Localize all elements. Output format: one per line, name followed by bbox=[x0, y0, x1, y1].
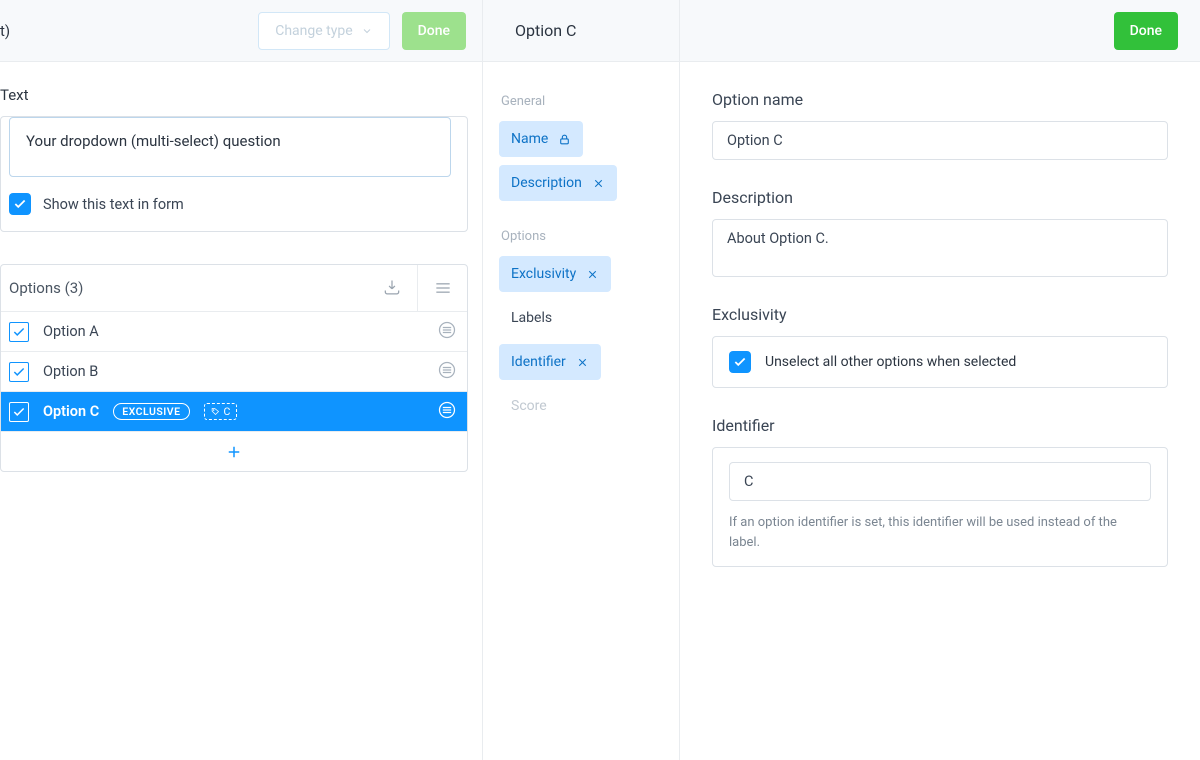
field-exclusivity: Exclusivity Unselect all other options w… bbox=[712, 305, 1168, 388]
show-text-label: Show this text in form bbox=[43, 196, 184, 213]
middle-title: Option C bbox=[515, 21, 576, 40]
right-header: Done bbox=[680, 0, 1200, 62]
exclusivity-label: Exclusivity bbox=[712, 305, 1168, 324]
options-header-icons bbox=[367, 265, 467, 311]
identifier-badge: C bbox=[204, 403, 238, 420]
options-header: Options (3) bbox=[1, 265, 467, 311]
lock-icon bbox=[558, 133, 571, 146]
tag-icon bbox=[211, 407, 220, 416]
close-icon bbox=[586, 268, 599, 281]
identifier-label: Identifier bbox=[712, 416, 1168, 435]
field-description: Description About Option C. bbox=[712, 188, 1168, 277]
close-icon bbox=[576, 356, 589, 369]
option-more[interactable] bbox=[437, 320, 457, 344]
check-icon bbox=[12, 405, 26, 419]
chip-label: Score bbox=[511, 398, 547, 414]
more-icon bbox=[437, 400, 457, 420]
option-name-input[interactable] bbox=[712, 121, 1168, 160]
right-panel: Done Option name Description About Optio… bbox=[680, 0, 1200, 760]
exclusive-badge: EXCLUSIVE bbox=[113, 403, 189, 420]
check-icon bbox=[12, 325, 26, 339]
option-checkbox[interactable] bbox=[9, 362, 29, 382]
chip-score: Score bbox=[499, 388, 559, 424]
chip-exclusivity[interactable]: Exclusivity bbox=[499, 256, 611, 292]
options-title: Options (3) bbox=[9, 279, 83, 297]
right-done-button[interactable]: Done bbox=[1114, 12, 1178, 50]
left-body: Text Your dropdown (multi-select) questi… bbox=[0, 62, 482, 472]
option-more[interactable] bbox=[437, 400, 457, 424]
option-label: Option C bbox=[43, 403, 99, 420]
description-input[interactable]: About Option C. bbox=[712, 219, 1168, 277]
chip-label: Identifier bbox=[511, 354, 566, 370]
left-header-actions: Change type Done bbox=[258, 12, 466, 50]
middle-panel: Option C General Name Description Option… bbox=[483, 0, 680, 760]
menu-button[interactable] bbox=[417, 265, 467, 311]
chip-description[interactable]: Description bbox=[499, 165, 617, 201]
check-icon bbox=[733, 355, 747, 369]
chip-label: Labels bbox=[511, 310, 552, 326]
text-section-label: Text bbox=[0, 86, 32, 104]
chip-name[interactable]: Name bbox=[499, 121, 583, 157]
check-icon bbox=[13, 197, 27, 211]
chip-identifier[interactable]: Identifier bbox=[499, 344, 601, 380]
identifier-input[interactable] bbox=[729, 462, 1151, 501]
show-text-row: Show this text in form bbox=[9, 193, 467, 215]
right-body: Option name Description About Option C. … bbox=[680, 62, 1200, 595]
exclusivity-toggle-label: Unselect all other options when selected bbox=[765, 354, 1016, 370]
import-icon bbox=[382, 278, 402, 298]
left-panel: t) Change type Done Text Your dropdown (… bbox=[0, 0, 483, 760]
middle-body: General Name Description Options Exclusi… bbox=[483, 62, 679, 448]
option-row-c[interactable]: Option C EXCLUSIVE C bbox=[1, 391, 467, 431]
check-icon bbox=[12, 365, 26, 379]
exclusivity-panel: Unselect all other options when selected bbox=[712, 336, 1168, 388]
left-done-button[interactable]: Done bbox=[402, 12, 466, 50]
option-row-b[interactable]: Option B bbox=[1, 351, 467, 391]
text-card: Your dropdown (multi-select) question Sh… bbox=[0, 116, 468, 232]
menu-icon bbox=[433, 278, 453, 298]
app-root: t) Change type Done Text Your dropdown (… bbox=[0, 0, 1200, 760]
left-title-fragment: t) bbox=[0, 22, 14, 40]
exclusivity-checkbox[interactable] bbox=[729, 351, 751, 373]
option-row-a[interactable]: Option A bbox=[1, 311, 467, 351]
right-done-label: Done bbox=[1130, 23, 1162, 39]
field-option-name: Option name bbox=[712, 90, 1168, 160]
option-checkbox[interactable] bbox=[9, 322, 29, 342]
chip-label: Description bbox=[511, 175, 582, 191]
options-card: Options (3) Option A bbox=[0, 264, 468, 472]
option-checkbox[interactable] bbox=[9, 402, 29, 422]
option-label: Option A bbox=[43, 323, 423, 340]
plus-icon bbox=[225, 443, 243, 461]
left-header: t) Change type Done bbox=[0, 0, 482, 62]
identifier-badge-text: C bbox=[224, 405, 231, 418]
chip-label: Exclusivity bbox=[511, 266, 576, 282]
left-done-label: Done bbox=[418, 23, 450, 39]
more-icon bbox=[437, 360, 457, 380]
middle-header: Option C bbox=[483, 0, 679, 62]
change-type-label: Change type bbox=[275, 23, 352, 39]
import-button[interactable] bbox=[367, 265, 417, 311]
identifier-hint: If an option identifier is set, this ide… bbox=[729, 513, 1151, 552]
option-label: Option B bbox=[43, 363, 423, 380]
show-text-checkbox[interactable] bbox=[9, 193, 31, 215]
identifier-panel: If an option identifier is set, this ide… bbox=[712, 447, 1168, 567]
add-option-button[interactable] bbox=[1, 431, 467, 471]
chip-label: Name bbox=[511, 131, 548, 147]
group-label-options: Options bbox=[501, 229, 663, 244]
chevron-down-icon bbox=[361, 25, 373, 37]
change-type-button[interactable]: Change type bbox=[258, 12, 389, 50]
group-label-general: General bbox=[501, 94, 663, 109]
close-icon bbox=[592, 177, 605, 190]
field-identifier: Identifier If an option identifier is se… bbox=[712, 416, 1168, 567]
description-label: Description bbox=[712, 188, 1168, 207]
chip-labels[interactable]: Labels bbox=[499, 300, 564, 336]
more-icon bbox=[437, 320, 457, 340]
option-more[interactable] bbox=[437, 360, 457, 384]
option-name-label: Option name bbox=[712, 90, 1168, 109]
question-input[interactable]: Your dropdown (multi-select) question bbox=[9, 117, 451, 177]
